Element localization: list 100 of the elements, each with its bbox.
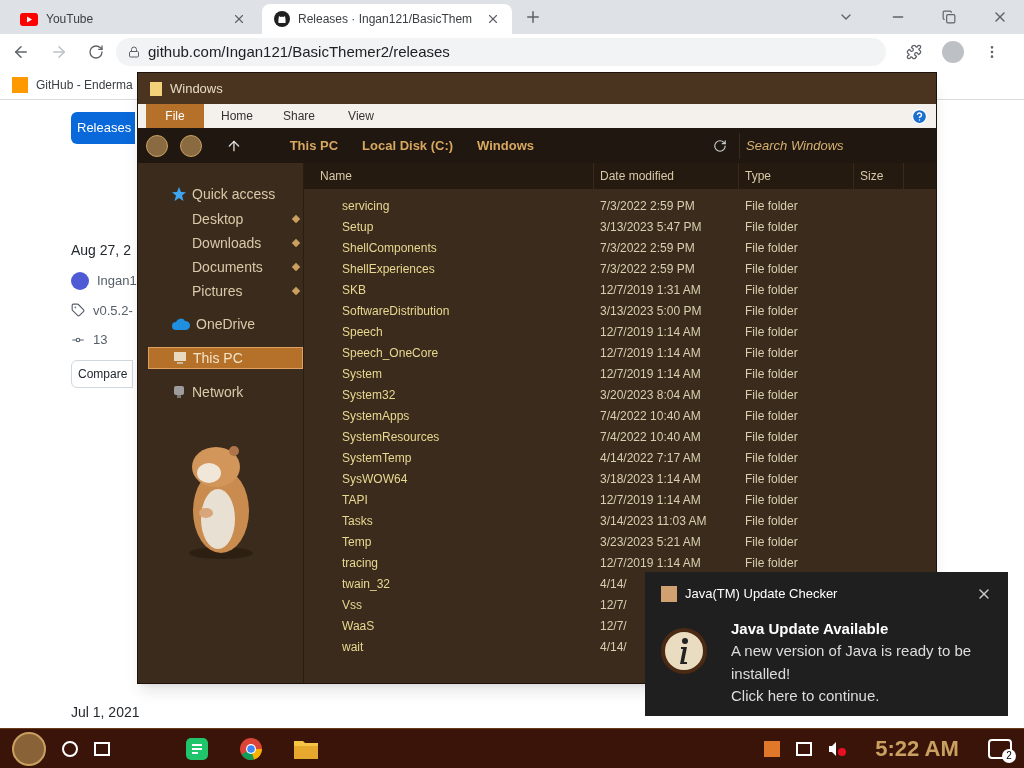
releases-tab[interactable]: Releases [71,112,135,144]
help-icon[interactable] [911,107,928,125]
date-cell: 12/7/2019 1:14 AM [600,366,701,381]
close-icon[interactable] [232,12,246,26]
nav-item[interactable]: Pictures [148,281,303,301]
type-cell: File folder [745,240,798,255]
clock: 5:22 AM [874,735,960,763]
folder-icon[interactable] [294,738,318,759]
breadcrumb-item[interactable]: Windows [477,135,534,156]
type-cell: File folder [745,555,798,570]
date-cell: 12/7/2019 1:14 AM [600,324,701,339]
type-cell: File folder [745,324,798,339]
date-cell: 3/14/2023 11:03 AM [600,513,707,528]
file-name[interactable]: SystemApps [342,406,410,425]
date-cell: 7/4/2022 10:40 AM [600,408,701,423]
browser-tab[interactable]: Releases · Ingan121/BasicThem [262,4,512,34]
nav-item[interactable]: Downloads [148,233,303,253]
date-cell: 3/20/2023 8:04 AM [600,387,701,402]
ribbon-tab[interactable]: File [146,104,204,128]
file-name[interactable]: wait [342,637,364,656]
refresh-icon[interactable] [713,138,728,153]
type-cell: File folder [745,219,798,234]
file-name[interactable]: ShellExperiences [342,259,435,278]
notification-link[interactable]: Click here to continue. [731,685,981,708]
notification-title: Java Update Available [731,618,890,639]
file-name[interactable]: twain_32 [342,574,391,593]
restore-icon[interactable] [942,10,956,24]
date-cell: 7/3/2022 2:59 PM [600,198,695,213]
file-name[interactable]: System32 [342,385,396,404]
address-bar[interactable]: This PC Local Disk (C:) Windows [253,132,702,159]
date-cell: 12/7/ [600,618,627,633]
file-name[interactable]: SystemResources [342,427,440,446]
file-name[interactable]: Speech_OneCore [342,343,439,362]
author-link[interactable]: Ingan1 [97,271,137,291]
file-name[interactable]: TAPI [342,490,368,509]
file-name[interactable]: servicing [342,196,390,215]
nav-item[interactable]: Network [148,381,303,403]
breadcrumb-item[interactable]: Local Disk (C:) [362,135,454,156]
type-cell: File folder [745,471,798,486]
type-cell: File folder [745,366,798,381]
commit-link[interactable]: 13 [93,330,108,350]
ribbon-tab[interactable]: Share [270,104,328,128]
type-cell: File folder [745,429,798,444]
new-tab-icon[interactable] [524,8,542,26]
file-name[interactable]: SystemTemp [342,448,412,467]
date-cell: 12/7/2019 1:14 AM [600,492,701,507]
file-name[interactable]: SoftwareDistribution [342,301,450,320]
breadcrumb-item[interactable]: This PC [289,135,339,156]
type-cell: File folder [745,513,798,528]
address-field[interactable]: github.com/Ingan121/BasicThemer2/releases [116,38,886,66]
date-cell: 12/7/ [600,597,627,612]
network-icon [172,385,186,399]
folder-icon [150,81,162,96]
bookmark[interactable]: GitHub - Enderma [12,75,133,94]
column-header[interactable]: Size [854,163,904,189]
notification-toast[interactable]: Java(TM) Update Checker Java Update Available A new version of Java is ready to be installed! Click here to continue. [645,572,1008,716]
ribbon-tab[interactable]: Home [208,104,266,128]
column-header[interactable]: Date modified [594,163,739,189]
column-header[interactable]: Type [739,163,854,189]
nav-item[interactable]: Quick access [148,183,303,205]
task-view-icon[interactable] [94,741,110,756]
file-name[interactable]: Vss [342,595,362,614]
cloud-icon [172,318,190,330]
file-name[interactable]: SysWOW64 [342,469,408,488]
file-name[interactable]: Speech [342,322,383,341]
speaker-icon[interactable] [828,740,846,757]
file-name[interactable]: Temp [342,532,372,551]
file-name[interactable]: Tasks [342,511,373,530]
file-name[interactable]: WaaS [342,616,375,635]
nav-item[interactable]: OneDrive [148,313,303,335]
ribbon-tab[interactable]: View [332,104,390,128]
extensions-icon[interactable] [906,44,922,60]
avatar-icon [71,271,89,290]
browser-icon[interactable] [240,737,262,760]
date-cell: 3/18/2023 1:14 AM [600,471,701,486]
notes-app-icon[interactable] [186,737,208,760]
reload-icon[interactable] [88,44,104,60]
forward-button[interactable] [179,134,202,157]
start-button[interactable] [12,731,46,766]
date-cell: 7/3/2022 2:59 PM [600,261,695,276]
back-button[interactable] [146,134,168,157]
computer-icon [173,351,187,365]
browser-tab[interactable]: YouTube [8,4,258,34]
file-name[interactable]: System [342,364,382,383]
file-name[interactable]: Setup [342,217,374,236]
compare-button[interactable]: Compare [71,359,133,388]
back-icon[interactable] [12,43,30,61]
star-icon [172,187,186,201]
file-name[interactable]: SKB [342,280,366,299]
nav-item[interactable]: Documents [148,257,303,277]
type-cell: File folder [745,345,798,360]
type-cell: File folder [745,534,798,549]
info-icon [661,627,707,674]
close-icon[interactable] [486,12,500,26]
search-field[interactable]: Search Windows [739,132,928,159]
column-header[interactable]: Name [304,163,594,189]
tag-link[interactable]: v0.5.2- [93,300,133,320]
file-name[interactable]: tracing [342,553,379,572]
nav-item[interactable]: Desktop [148,209,303,229]
file-name[interactable]: ShellComponents [342,238,437,257]
